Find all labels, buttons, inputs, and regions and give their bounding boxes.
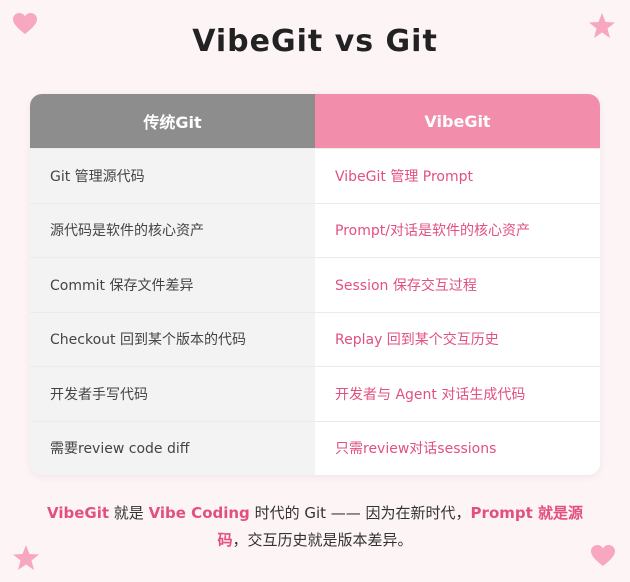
vibegit-cell: Session 保存交互过程 <box>315 258 600 312</box>
highlight-vibe-coding: Vibe Coding <box>148 504 250 522</box>
git-cell: 开发者手写代码 <box>30 367 315 421</box>
summary-part: 就是 <box>109 504 149 522</box>
git-cell: Commit 保存文件差异 <box>30 258 315 312</box>
star-icon <box>13 545 39 570</box>
vibegit-cell: 只需review对话sessions <box>315 421 600 475</box>
table-row: 需要review code diff 只需review对话sessions <box>30 420 600 475</box>
heart-icon <box>591 545 615 566</box>
summary-part: ，交互历史就是版本差异。 <box>232 531 413 549</box>
highlight-vibegit: VibeGit <box>46 504 110 522</box>
git-cell: 源代码是软件的核心资产 <box>30 203 315 257</box>
summary-text: VibeGit 就是 Vibe Coding 时代的 Git —— 因为在新时代… <box>40 500 590 554</box>
table-row: 源代码是软件的核心资产 Prompt/对话是软件的核心资产 <box>30 202 600 257</box>
table-row: Checkout 回到某个版本的代码 Replay 回到某个交互历史 <box>30 311 600 366</box>
header-git: 传统Git <box>30 94 315 148</box>
vibegit-cell: VibeGit 管理 Prompt <box>315 149 600 203</box>
table-row: 开发者手写代码 开发者与 Agent 对话生成代码 <box>30 366 600 421</box>
vibegit-cell: Prompt/对话是软件的核心资产 <box>315 203 600 257</box>
git-cell: Checkout 回到某个版本的代码 <box>30 312 315 366</box>
comparison-table: 传统Git VibeGit Git 管理源代码 VibeGit 管理 Promp… <box>30 94 600 475</box>
vibegit-cell: 开发者与 Agent 对话生成代码 <box>315 367 600 421</box>
table-header: 传统Git VibeGit <box>30 94 600 148</box>
git-cell: 需要review code diff <box>30 421 315 475</box>
page-title: VibeGit vs Git <box>192 24 438 59</box>
git-cell: Git 管理源代码 <box>30 149 315 203</box>
table-row: Commit 保存文件差异 Session 保存交互过程 <box>30 257 600 312</box>
summary-part: 时代的 Git —— 因为在新时代， <box>249 504 471 522</box>
vibegit-cell: Replay 回到某个交互历史 <box>315 312 600 366</box>
table-row: Git 管理源代码 VibeGit 管理 Prompt <box>30 148 600 203</box>
header-vibegit: VibeGit <box>315 94 600 148</box>
